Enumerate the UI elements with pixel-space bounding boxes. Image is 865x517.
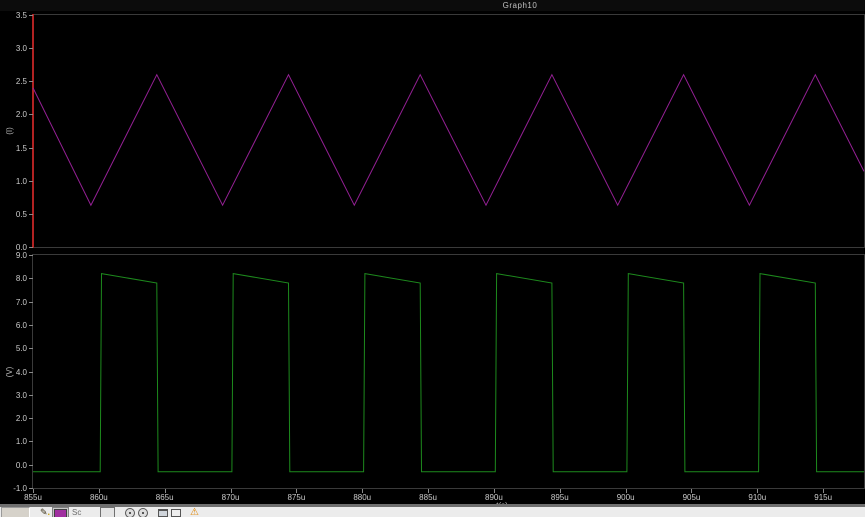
y-tick-label: -1.0 xyxy=(13,484,27,493)
trace-color-button[interactable] xyxy=(52,507,69,517)
y-tick-label: 3.5 xyxy=(15,11,27,20)
clock-icon[interactable] xyxy=(125,508,135,517)
window-tile-icon[interactable] xyxy=(158,509,168,517)
x-tick-label: 880u xyxy=(353,493,372,502)
info-icon[interactable] xyxy=(138,508,148,517)
y-tick-label: 6.0 xyxy=(15,320,27,330)
magenta-swatch-icon xyxy=(54,509,67,517)
y-tick-label: 0.5 xyxy=(15,209,27,219)
x-tick-label: 865u xyxy=(155,493,174,502)
x-tick-label: 875u xyxy=(287,493,306,502)
plot-0-traces xyxy=(32,73,865,207)
y-tick-label: 3.0 xyxy=(15,44,27,54)
y-tick-label: 2.5 xyxy=(15,77,27,87)
y-tick-label: 8.0 xyxy=(15,274,27,284)
x-tick-label: 860u xyxy=(89,493,108,502)
y-tick-label: 3.0 xyxy=(15,390,27,400)
y-tick-label: 0.0 xyxy=(15,460,27,470)
square-wave-trace xyxy=(33,273,864,473)
y-tick-label: 7.0 xyxy=(15,297,27,307)
pointer-pen-icon[interactable]: ✎. xyxy=(40,507,50,517)
plot-1-traces xyxy=(33,273,864,473)
y-tick-label: 5.0 xyxy=(15,344,27,354)
x-tick-label: 900u xyxy=(616,493,635,502)
chart-window-button[interactable] xyxy=(100,507,115,517)
y-tick-label: 9.0 xyxy=(15,251,27,260)
x-tick-label: 885u xyxy=(419,493,437,502)
y-axis-label: (V) xyxy=(5,366,14,377)
x-tick-label: 910u xyxy=(748,493,767,502)
triangle-wave-trace xyxy=(32,73,865,207)
x-tick-label: 855u xyxy=(24,493,42,502)
y-tick-label: 2.0 xyxy=(15,414,27,424)
warning-icon[interactable]: ⚠ xyxy=(190,507,199,517)
x-tick-label: 870u xyxy=(221,493,240,502)
graph-window: Graph10 0.0 0.5 1.0 1.5 2.0 2.5 3.0 3.5 (I) -1.0 0… xyxy=(0,0,865,517)
x-tick-label: 905u xyxy=(682,493,701,502)
window-cascade-icon[interactable] xyxy=(171,509,181,517)
x-tick-label: 915u xyxy=(814,493,833,502)
scale-label: Sc xyxy=(72,508,82,517)
y-tick-label: 1.0 xyxy=(15,176,27,186)
y-tick-label: 1.0 xyxy=(15,437,27,447)
y-tick-mark xyxy=(29,247,33,248)
status-cell xyxy=(1,507,30,517)
graph-title: Graph10 xyxy=(502,1,538,10)
bottom-toolbar: ✎. Sc ⚠ xyxy=(0,507,865,517)
graph-titlebar: Graph10 xyxy=(0,0,865,11)
y-tick-label: 1.5 xyxy=(15,143,27,153)
y-axis-label: (I) xyxy=(5,127,14,135)
x-tick-label: 895u xyxy=(550,493,569,502)
